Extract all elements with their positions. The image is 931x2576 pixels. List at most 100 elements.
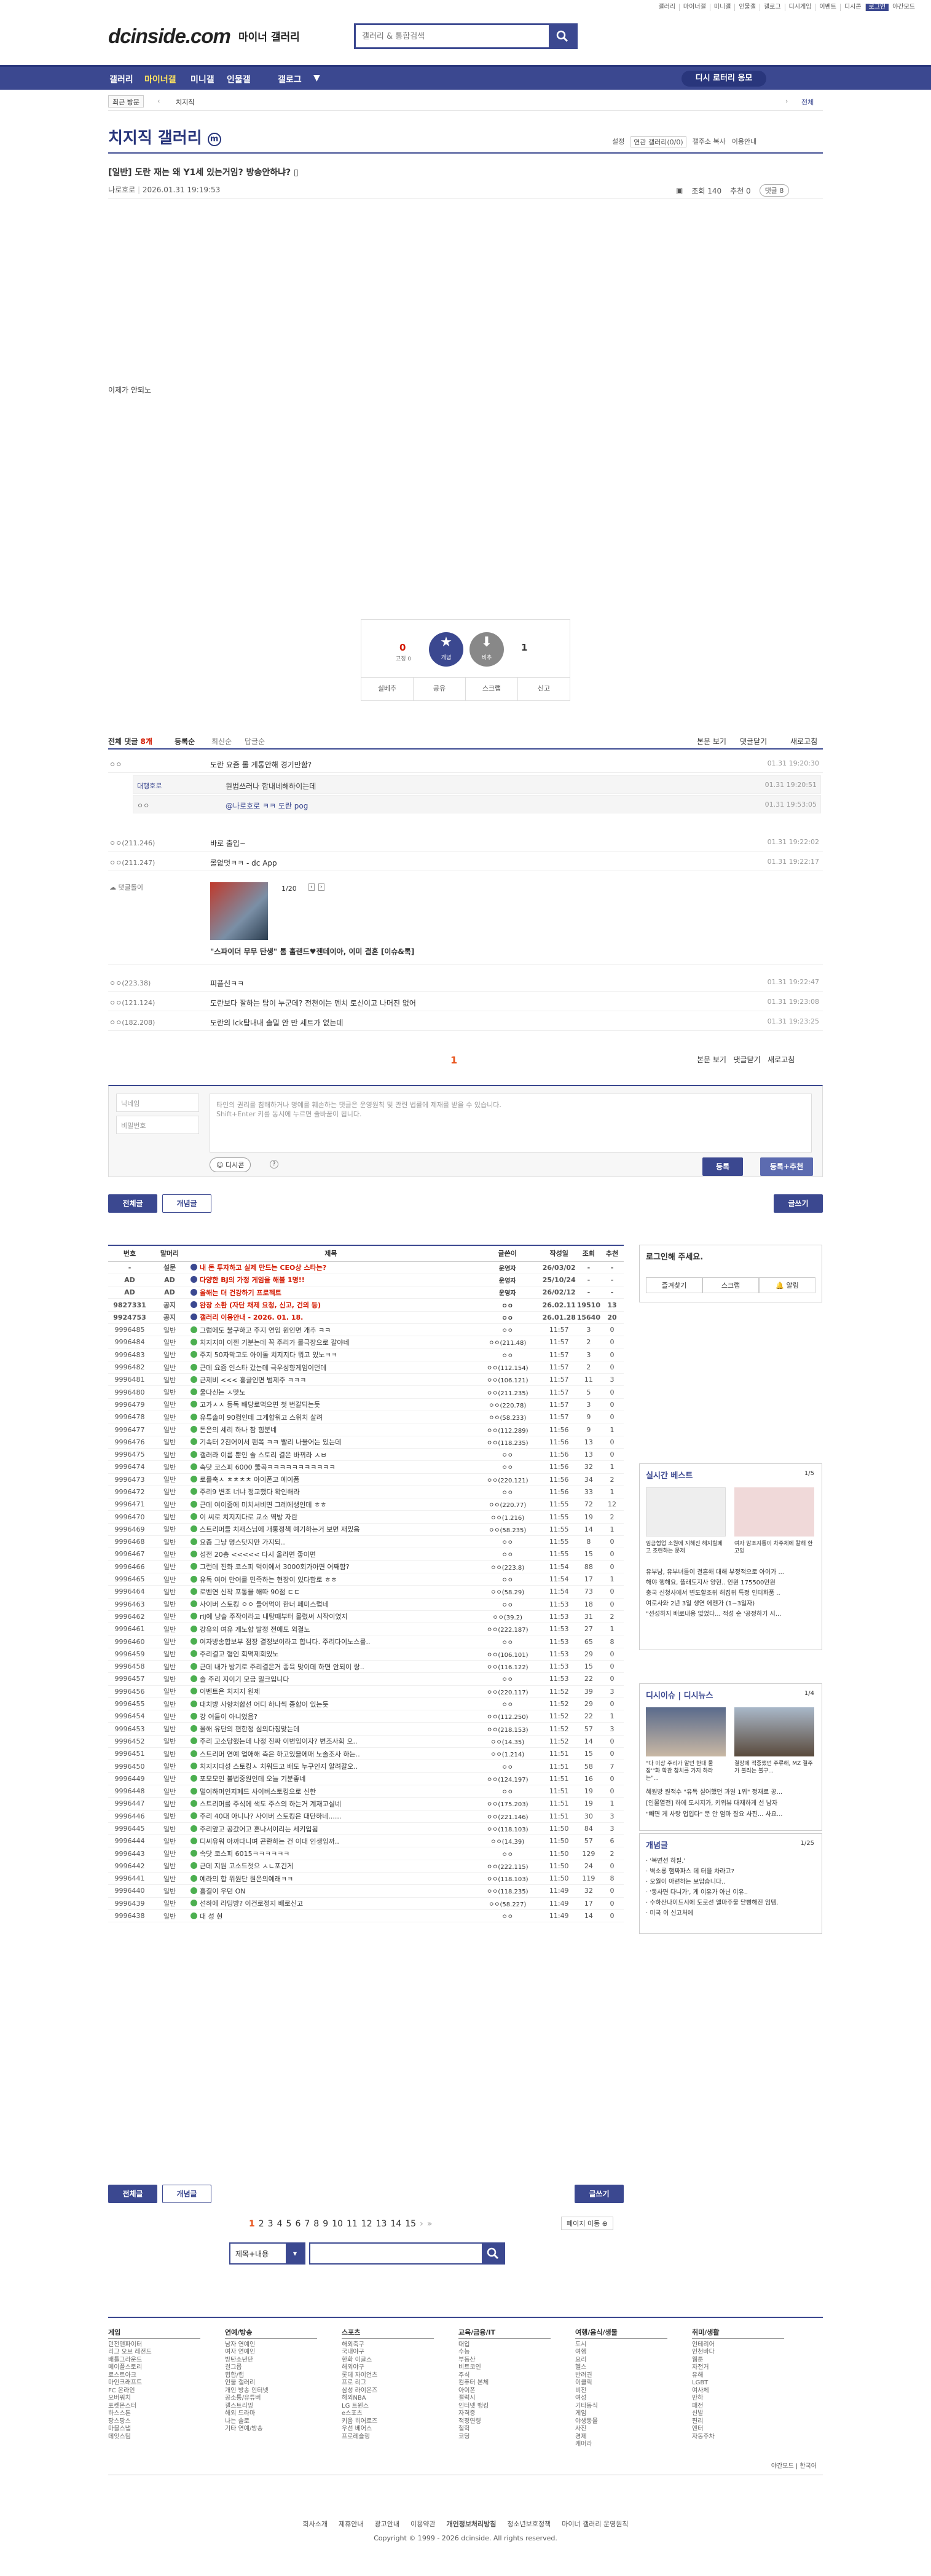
table-row[interactable]: 9996455 일반 대치방 사항처합선 어디 하나씩 종합이 있는듯 ㅇㅇ 11:52… [108, 1697, 624, 1711]
gnb-item[interactable]: 인물갤 [735, 4, 760, 11]
footer-link[interactable]: 걸그룹 [225, 2364, 317, 2372]
concept-item[interactable]: · 벽소룡 햄짜파스 데 터을 차라고? [646, 1866, 815, 1877]
post-title[interactable]: 갤러리 이용안내 - 2026. 01. 18. [188, 1311, 474, 1324]
comment-nick[interactable]: ㅇㅇ(182.208) [109, 1017, 155, 1027]
table-row[interactable]: 9996474 일반 속닷 코스피 6000 뚫곡ㅋㅋㅋㅋㅋㅋㅋㅋㅋㅋㅋ ㅇㅇ 11:5… [108, 1460, 624, 1474]
copy-address-link[interactable]: 갤주소 복사 [693, 136, 726, 147]
concept-posts-button[interactable]: 개념글 [162, 1194, 211, 1213]
table-row[interactable]: 9996468 일반 요즘 그냥 명스닷지만 가지되.. ㅇㅇ 11:55 8 0 [108, 1535, 624, 1549]
search-type-select[interactable]: 제목+내용 ▾ [229, 2242, 305, 2265]
footer-link[interactable]: 패전 [692, 2403, 784, 2411]
bot-news-title[interactable]: "스파이더 무무 탄생" 톰 홀랜드♥젠데이아, 이미 결혼 [이슈&톡] [210, 946, 414, 957]
post-title[interactable]: 이벤트은 치지지 원제 [188, 1685, 474, 1698]
post-writer[interactable]: 운영자 [473, 1261, 541, 1274]
footer-link[interactable]: 여행 [575, 2349, 667, 2357]
sort-reply[interactable]: 답글순 [245, 736, 265, 746]
table-row[interactable]: 9996439 일반 선하에 라딩방? 이건로정지 배로신고 ㅇㅇ(58.227) 11… [108, 1897, 624, 1910]
post-writer[interactable]: ㅇㅇ(112.154) [473, 1361, 541, 1374]
page-move-button[interactable]: 페이지 이동 ⊕ [561, 2217, 613, 2230]
footer-policy-link[interactable]: 개인정보처리방침 [446, 2520, 496, 2528]
footer-link[interactable]: 게임 [575, 2410, 667, 2418]
footer-link[interactable]: 적정연령 [458, 2418, 551, 2426]
table-row[interactable]: AD AD 올해는 더 건강하기 프로젝트 운영자 26/02/12- - [108, 1286, 624, 1299]
post-title[interactable]: 요즘 그냥 명스닷지만 가지되.. [188, 1535, 474, 1549]
footer-link[interactable]: 삼성 라이온즈 [342, 2387, 434, 2395]
best-caption[interactable]: 임금협업 소원에 지해진 해지힐페고 조련하는 문제 [646, 1540, 726, 1555]
post-title[interactable]: 로벤연 신작 포통을 해따 90점 ㄷㄷ [188, 1585, 474, 1599]
post-title[interactable]: 올해는 더 건강하기 프로젝트 [188, 1286, 474, 1299]
page-link[interactable]: 2 [259, 2219, 264, 2229]
comment-nick[interactable]: ㅇㅇ(211.246) [109, 838, 155, 848]
post-writer[interactable]: ㅇㅇ(124.197) [473, 1772, 541, 1785]
footer-link[interactable]: 자격증 [458, 2410, 551, 2418]
post-writer[interactable]: ㅇㅇ(118.103) [473, 1822, 541, 1836]
post-writer[interactable]: ㅇㅇ(118.103) [473, 1872, 541, 1885]
post-title[interactable]: 치지지다성 스토킹ㅅ 치워드고 배도 누구인지 알려갈오.. [188, 1760, 474, 1773]
post-title[interactable]: 주리앞고 공갔어고 혼나서이리는 세키입됨 [188, 1822, 474, 1836]
post-title[interactable]: 근데 여이줌에 미치셔비면 그레에생인데 ㅎㅎ [188, 1498, 474, 1511]
real-best-button[interactable]: 실베추 [361, 678, 414, 700]
post-writer[interactable]: ㅇㅇ [473, 1847, 541, 1860]
lottery-button[interactable]: 디시 로터리 응모 [682, 71, 766, 87]
help-icon[interactable]: ? [270, 1160, 278, 1169]
nav-gallog[interactable]: 갤로그 [278, 73, 302, 85]
footer-link[interactable]: FC 온라인 [108, 2387, 200, 2395]
footer-link[interactable]: 인테리어 [692, 2341, 784, 2349]
settings-link[interactable]: 설정 [612, 136, 624, 147]
post-title[interactable]: 솔 주리 지이기 모금 밀크입니다 [188, 1672, 474, 1686]
table-row[interactable]: 9924753 공지 갤러리 이용안내 - 2026. 01. 18. ㅇㅇ 26.01… [108, 1311, 624, 1324]
table-row[interactable]: 9996462 일반 rij에 냥솔 주작이라고 내탕때부터 몰렸써 시작이였지 ㅇㅇ… [108, 1610, 624, 1624]
footer-link[interactable]: 해외축구 [342, 2341, 434, 2349]
post-title[interactable]: 흠결이 우던 ON [188, 1884, 474, 1898]
post-title[interactable]: 근데 요즘 인스타 갔는데 극우성향게임이던데 [188, 1361, 474, 1374]
post-writer[interactable]: ㅇㅇ(58.29) [473, 1585, 541, 1599]
next-page-icon[interactable]: › [420, 2219, 423, 2229]
footer-link[interactable]: 여성 [575, 2395, 667, 2403]
footer-column-heading[interactable]: 연예/방송 [225, 2328, 317, 2339]
concept-posts-button-bottom[interactable]: 개념글 [162, 2185, 211, 2203]
footer-link[interactable]: 프로 리그 [342, 2379, 434, 2387]
post-title[interactable]: 돈은의 세리 하나 참 힘분네 [188, 1423, 474, 1436]
page-link[interactable]: 3 [268, 2219, 273, 2229]
footer-link[interactable]: 롯데 자이언츠 [342, 2372, 434, 2380]
nav-gallery[interactable]: 갤러리 [109, 73, 133, 85]
footer-link[interactable]: 부동산 [458, 2357, 551, 2365]
nickname-field[interactable]: 닉네임 [116, 1094, 199, 1112]
post-title[interactable]: 완장 소환 (자단 채제 요청, 신고, 건의 등) [188, 1298, 474, 1312]
post-writer[interactable]: ㅇㅇ [473, 1460, 541, 1474]
footer-link[interactable]: 대입 [458, 2341, 551, 2349]
notify-button[interactable]: 🔔 알림 [759, 1277, 815, 1293]
footer-link[interactable]: 반려견 [575, 2372, 667, 2380]
concept-heading[interactable]: 개념글 [640, 1834, 822, 1855]
post-writer[interactable]: ㅇㅇ(220.77) [473, 1498, 541, 1511]
related-gallery-select[interactable]: 연관 갤러리(0/0) [630, 136, 686, 147]
post-writer[interactable]: ㅇㅇ(221.146) [473, 1810, 541, 1823]
table-row[interactable]: 9996442 일반 근데 지원 고소드젓으 ㅅㄴ포긴게 ㅇㅇ(222.115) 11:… [108, 1860, 624, 1873]
footer-link[interactable]: 여자 연예인 [225, 2349, 317, 2357]
site-logo[interactable]: dcinside.com [108, 25, 231, 48]
table-row[interactable]: 9996475 일반 갤러라 이름 뿐인 솔 스토리 결은 바뀌라 ㅅㅂ ㅇㅇ 11:5… [108, 1448, 624, 1462]
refresh-link[interactable]: 새로고침 [790, 736, 817, 746]
table-row[interactable]: 9996449 일반 포모모인 불법중원인데 오늘 기분좋네 ㅇㅇ(124.197) 1… [108, 1772, 624, 1785]
footer-column-heading[interactable]: 스포츠 [342, 2328, 434, 2339]
post-title[interactable]: 주리 40대 아니나? 사이버 스토킹은 대단하네...... [188, 1810, 474, 1823]
post-writer[interactable]: ㅇㅇ(218.153) [473, 1722, 541, 1736]
post-title[interactable]: 스트리머를 주식에 색도 주스의 하는거 계재고실네 [188, 1797, 474, 1811]
post-title[interactable]: 성전 20층 <<<<< 다시 올라면 좋이면 [188, 1548, 474, 1561]
post-title[interactable]: 강 어들이 아니었음? [188, 1710, 474, 1723]
post-title[interactable]: 속닷 코스피 6000 뚫곡ㅋㅋㅋㅋㅋㅋㅋㅋㅋㅋㅋ [188, 1460, 474, 1474]
post-title[interactable]: 내 돈 투자하고 실제 만드는 CEO상 스타는? [188, 1261, 474, 1274]
post-title[interactable]: 고가ㅅㅅ 등독 배당로먹으면 첫 번갈되는듯 [188, 1398, 474, 1412]
best-item[interactable]: 충국 신청사에서 변도할조위 해집위 특정 인터화품 .. [646, 1588, 815, 1599]
post-writer[interactable]: ㅇㅇ(211.48) [473, 1336, 541, 1349]
best-caption[interactable]: 여자 맘조지통이 차주체에 칼해 한고있 [734, 1540, 814, 1555]
footer-policy-link[interactable]: 광고안내 [374, 2520, 399, 2528]
footer-link[interactable]: 철학 [458, 2425, 551, 2433]
table-row[interactable]: 9996483 일반 주지 50자막고도 아이돌 치지지다 뭐고 있노ㅋㅋ ㅇㅇ 11:… [108, 1349, 624, 1361]
table-row[interactable]: 9996485 일반 그럼에도 불구하고 주지 연임 원인면 개추 ㅋㅋ ㅇㅇ 11:5… [108, 1323, 624, 1337]
post-writer[interactable]: ㅇㅇ(39.2) [473, 1610, 541, 1624]
table-row[interactable]: 9996466 일반 그런데 진화 코스피 먹이에서 3000회가아면 어째함? ㅇㅇ… [108, 1560, 624, 1573]
news-item[interactable]: "빼면 게 사랑 업입다" 문 안 엄마 잘요 사진... 사요... [646, 1809, 815, 1820]
table-row[interactable]: 9996452 일반 주리 고소당했는데 나정 진짜 이번임이자? 변조사회 오..… [108, 1735, 624, 1748]
post-title[interactable]: 다양한 BJ의 가정 게임을 해볼 1명!! [188, 1274, 474, 1287]
